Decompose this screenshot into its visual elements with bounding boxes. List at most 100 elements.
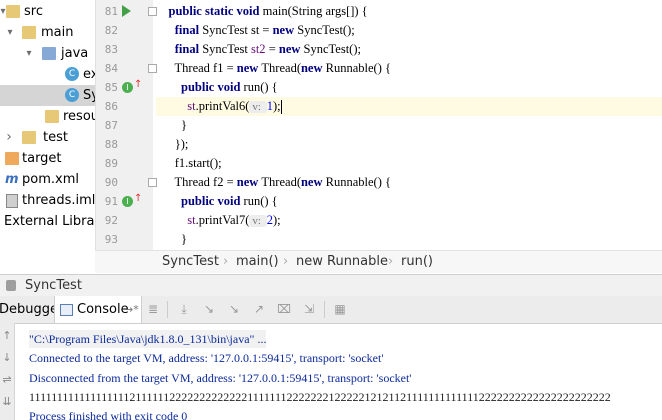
code-token: Runnable() { [325, 61, 391, 75]
module-file-icon [6, 194, 18, 208]
code-token: new [236, 61, 262, 75]
tree-item-java[interactable]: ▾ java [0, 43, 95, 64]
console-line-exit: Process finished with exit code 0 [29, 409, 188, 420]
line-number: 86 [104, 100, 118, 113]
breadcrumb-separator-icon: › [223, 254, 229, 269]
tab-debugger[interactable]: Debugger [0, 296, 63, 323]
resources-folder-icon [45, 110, 59, 123]
code-line[interactable]: } [156, 116, 662, 135]
code-line[interactable]: Thread f1 = new Thread(new Runnable() { [156, 59, 662, 78]
code-token: public void [181, 80, 244, 94]
scroll-to-end-icon[interactable]: ⇊ [1, 395, 13, 409]
code-line[interactable]: final SyncTest st = new SyncTest(); [156, 21, 662, 40]
run-icon[interactable] [122, 5, 131, 17]
soft-wrap-icon[interactable]: ⇌ [1, 373, 13, 387]
breadcrumb-run[interactable]: run() [401, 251, 433, 273]
code-line[interactable]: } [156, 230, 662, 249]
code-token: final [174, 23, 203, 37]
tree-item-src[interactable]: ▾ src [0, 1, 95, 22]
tree-item-class-selected[interactable]: C Sy [0, 85, 95, 106]
breadcrumb-anonymous[interactable]: new Runnable [296, 251, 388, 273]
gutter-line[interactable]: 92 [96, 211, 153, 230]
gutter-line[interactable]: 87 [96, 116, 153, 135]
step-into-icon[interactable]: ↘ [202, 303, 216, 315]
tree-item-iml[interactable]: threads.iml [0, 190, 95, 211]
tree-item-external-libraries[interactable]: External Librarie [0, 211, 95, 232]
chevron-down-icon[interactable]: ▾ [23, 43, 35, 64]
code-token: Thread( [261, 175, 301, 189]
java-class-icon: C [65, 88, 79, 102]
breadcrumb-method[interactable]: main() [236, 251, 279, 273]
console-output[interactable]: "C:\Program Files\Java\jdk1.8.0_131\bin\… [15, 324, 662, 420]
tree-item-resources[interactable]: resou [0, 106, 95, 127]
code-token: f1.start(); [156, 156, 222, 170]
code-line[interactable]: st.printVal7(v: 2); [156, 211, 662, 230]
console-line-connected: Connected to the target VM, address: '12… [29, 351, 384, 365]
parameter-hint: v: [249, 215, 267, 227]
console-line-program-output: 1111111111111111112111111222222222222211… [29, 390, 611, 404]
implements-method-icon[interactable]: I [122, 82, 133, 93]
rerun-icon[interactable]: ↑ [1, 329, 13, 343]
gutter-line[interactable]: 88 [96, 135, 153, 154]
code-line[interactable]: final SyncTest st2 = new SyncTest(); [156, 40, 662, 59]
code-editor[interactable]: 81 82 83 84 85 I ↑ 86 87 88 89 90 91 I ↑ 92 93 public st… [95, 0, 662, 250]
breadcrumb-separator-icon: › [283, 254, 289, 269]
gutter-line[interactable]: 85 I ↑ [96, 78, 153, 97]
code-token: main(String args[]) { [262, 4, 368, 18]
tab-console[interactable]: Console →* [54, 296, 142, 323]
gutter-line[interactable]: 82 [96, 21, 153, 40]
tree-item-class[interactable]: C ex [0, 64, 95, 85]
tree-item-label: External Librarie [4, 214, 95, 229]
gutter-line[interactable]: 86 [96, 97, 153, 116]
show-execution-point-icon[interactable]: ≣ [146, 303, 160, 315]
parameter-hint: v: [249, 101, 267, 113]
gutter-line[interactable]: 93 [96, 230, 153, 249]
tree-item-main[interactable]: ▾ main [0, 22, 95, 43]
gutter-line[interactable]: 81 [96, 2, 157, 21]
gutter-line[interactable]: 90 [96, 173, 157, 192]
code-token: final [174, 42, 203, 56]
code-token: } [156, 118, 187, 132]
code-line[interactable]: Thread f2 = new Thread(new Runnable() { [156, 173, 662, 192]
run-to-cursor-icon[interactable]: ⇲ [302, 303, 316, 315]
tree-item-label: java [61, 46, 89, 61]
tree-item-pom[interactable]: m pom.xml [0, 169, 95, 190]
code-token: Thread f2 = [156, 175, 237, 189]
debug-tabs: Debugger Console →* ≣ ⤓ ↘ ↘ ↗ ⌧ ⇲ ▦ [0, 296, 662, 324]
line-number: 90 [104, 176, 118, 189]
step-over-icon[interactable]: ⤓ [177, 303, 191, 315]
run-config-title[interactable]: SyncTest [25, 275, 82, 297]
code-line[interactable]: st.printVal6(v: 1); [156, 97, 662, 116]
gutter-line[interactable]: 83 [96, 40, 153, 59]
code-area[interactable]: public static void main(String args[]) {… [156, 0, 662, 250]
bug-icon [6, 280, 16, 291]
step-out-icon[interactable]: ↗ [252, 303, 266, 315]
code-line[interactable]: public void run() { [156, 192, 662, 211]
drop-frame-icon[interactable]: ⌧ [277, 303, 291, 315]
gutter-line[interactable]: 91 I ↑ [96, 192, 153, 211]
tree-item-target[interactable]: target [0, 148, 95, 169]
stop-icon[interactable]: ↓ [1, 351, 13, 365]
evaluate-expression-icon[interactable]: ▦ [333, 303, 347, 315]
tree-item-label: target [22, 151, 62, 166]
chevron-right-icon[interactable]: › [3, 127, 15, 148]
code-line[interactable]: }); [156, 135, 662, 154]
chevron-down-icon[interactable]: ▾ [4, 22, 16, 43]
line-number: 83 [104, 43, 118, 56]
gutter-line[interactable]: 89 [96, 154, 153, 173]
debug-header: SyncTest [0, 274, 662, 297]
maven-icon: m [5, 172, 19, 187]
excluded-folder-icon [5, 152, 19, 165]
tree-item-test[interactable]: › test [0, 127, 95, 148]
implements-method-icon[interactable]: I [122, 196, 133, 207]
code-line[interactable]: f1.start(); [156, 154, 662, 173]
force-step-into-icon[interactable]: ↘ [227, 303, 241, 315]
tree-item-label: main [41, 25, 74, 40]
code-line[interactable]: public static void main(String args[]) { [156, 2, 662, 21]
gutter-line[interactable]: 84 [96, 59, 157, 78]
code-line[interactable]: public void run() { [156, 78, 662, 97]
breadcrumb-class[interactable]: SyncTest [162, 251, 219, 273]
text-caret [280, 100, 282, 115]
